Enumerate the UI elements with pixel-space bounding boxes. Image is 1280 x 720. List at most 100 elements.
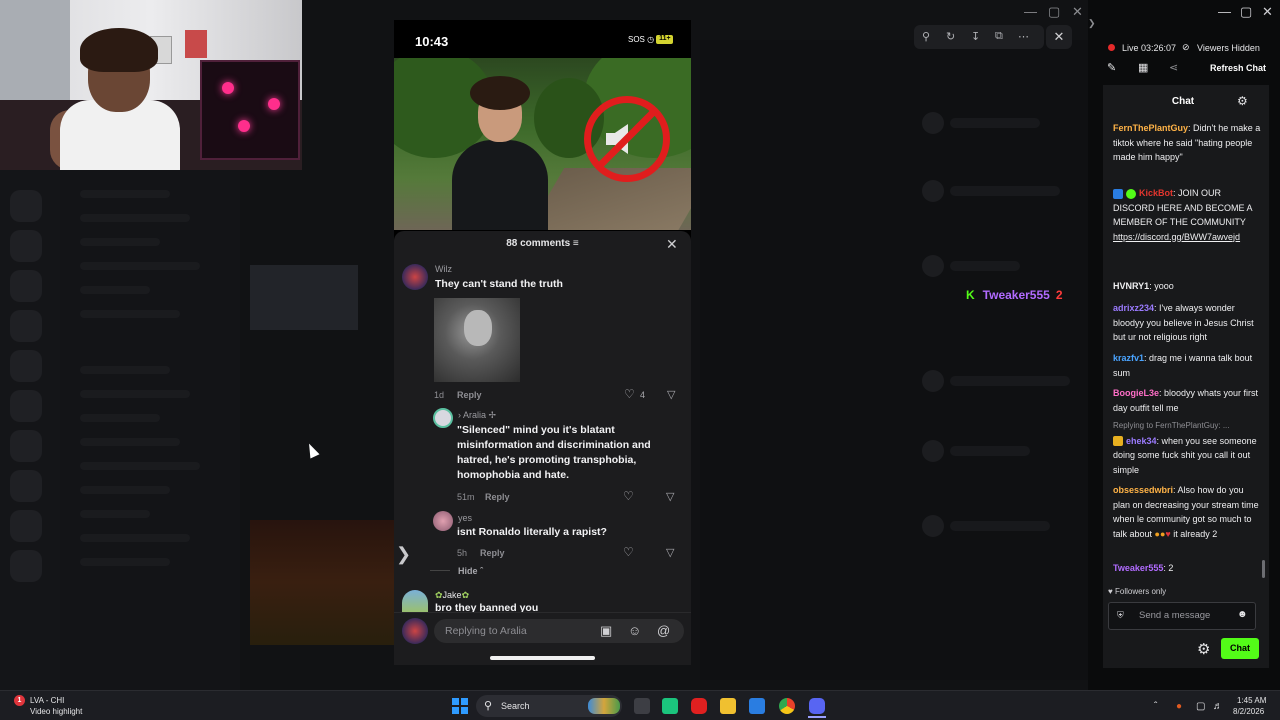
discord-icon[interactable]: [809, 698, 825, 714]
dislike-icon[interactable]: ▽: [666, 490, 674, 503]
heart-icon[interactable]: ♡: [623, 545, 634, 559]
task-view-icon[interactable]: [634, 698, 650, 714]
chat-link[interactable]: https://discord.gg/BWW7awvejd: [1113, 230, 1263, 245]
gear-icon[interactable]: ⚙: [1197, 640, 1210, 658]
close-comments-icon[interactable]: ✕: [666, 236, 678, 253]
maximize-icon[interactable]: ▢: [1048, 4, 1060, 20]
collapse-icon[interactable]: ❯: [1088, 18, 1096, 29]
home-indicator[interactable]: [490, 656, 595, 660]
viewer-alert: K Tweaker555 2: [966, 288, 1063, 302]
microphone-icon[interactable]: ●: [1176, 701, 1182, 712]
kick-icon: K: [966, 288, 975, 302]
refresh-chat-button[interactable]: Refresh Chat: [1210, 63, 1266, 73]
background-sidebar: [0, 170, 60, 690]
edit-icon[interactable]: ✎: [1107, 61, 1116, 74]
chat-message: Replying to FernThePlantGuy: ... ehek34:…: [1113, 419, 1263, 477]
clock-date[interactable]: 8/2/2026: [1233, 707, 1264, 716]
chat-message: obsessedwbri: Also how do you plan on de…: [1113, 483, 1263, 541]
display-icon[interactable]: ▢: [1196, 701, 1205, 712]
reply-button[interactable]: Reply: [457, 390, 482, 400]
close-window-icon[interactable]: ✕: [1262, 4, 1273, 20]
minimize-icon[interactable]: —: [1218, 4, 1231, 19]
sort-icon[interactable]: ≡: [573, 238, 579, 249]
comment-image[interactable]: [434, 298, 520, 382]
badge-icon: [1113, 188, 1123, 199]
avatar[interactable]: [433, 408, 453, 428]
comment-author[interactable]: Wilz: [435, 264, 452, 274]
folder-icon[interactable]: [720, 698, 736, 714]
reply-button[interactable]: Reply: [480, 548, 505, 558]
webcam-feed: [0, 0, 302, 170]
chat-username[interactable]: FernThePlantGuy: [1113, 123, 1188, 133]
comment-text: bro they banned you: [435, 602, 539, 612]
chrome-icon[interactable]: [779, 698, 795, 714]
chat-text: : 2: [1163, 563, 1174, 573]
chat-username[interactable]: obsessedwbri: [1113, 485, 1173, 495]
mail-icon[interactable]: [749, 698, 765, 714]
chat-username[interactable]: KickBot: [1139, 188, 1173, 198]
dislike-icon[interactable]: ▽: [666, 546, 674, 559]
chat-scrollbar[interactable]: [1262, 560, 1265, 578]
close-window-icon[interactable]: ✕: [1072, 4, 1083, 20]
heart-icon[interactable]: ♡: [624, 387, 635, 401]
video-thumbnail[interactable]: [394, 58, 691, 230]
chat-username[interactable]: krazfv1: [1113, 353, 1144, 363]
my-avatar: [402, 618, 428, 644]
user-settings-icon[interactable]: ⚙: [1237, 94, 1248, 108]
volume-icon[interactable]: ♬: [1213, 701, 1223, 712]
mention-icon[interactable]: @: [657, 623, 670, 638]
share-icon[interactable]: ⋖: [1169, 61, 1178, 74]
background-right-panel: [700, 40, 1088, 680]
chevron-up-icon[interactable]: ˆ: [1154, 701, 1157, 712]
comments-title: 88 comments ≡: [394, 238, 691, 249]
phone-time: 10:43: [415, 34, 449, 49]
clip-icon[interactable]: ▦: [1138, 61, 1148, 74]
widget-title[interactable]: LVA - CHI: [30, 696, 64, 705]
comment-text: "Silenced" mind you it's blatant misinfo…: [457, 424, 651, 481]
reply-context[interactable]: Replying to FernThePlantGuy: ...: [1113, 419, 1263, 434]
chat-username[interactable]: adrixz234: [1113, 303, 1154, 313]
chat-username[interactable]: ehek34: [1126, 436, 1157, 446]
youtube-icon[interactable]: [691, 698, 707, 714]
avatar[interactable]: [402, 264, 428, 290]
clock-time[interactable]: 1:45 AM: [1237, 696, 1266, 705]
maximize-icon[interactable]: ▢: [1240, 4, 1252, 20]
badge-icon: [1113, 436, 1123, 447]
sticker-icon[interactable]: ☺: [628, 623, 641, 638]
dislike-icon[interactable]: ▽: [667, 388, 675, 401]
chat-text: : yooo: [1149, 281, 1174, 291]
comment-author-name: Aralia: [463, 410, 487, 420]
avatar[interactable]: [402, 590, 428, 612]
zoom-icon[interactable]: ⚲: [922, 30, 930, 43]
heart-icon[interactable]: ♡: [623, 489, 634, 503]
send-chat-button[interactable]: Chat: [1221, 638, 1259, 659]
app-icon[interactable]: [662, 698, 678, 714]
chevron-right-icon[interactable]: ❯: [396, 544, 411, 565]
rotate-icon[interactable]: ↻: [946, 30, 955, 43]
close-phone-icon[interactable]: ✕: [1046, 25, 1072, 49]
image-icon[interactable]: ▣: [600, 623, 612, 639]
comment-author-name: Jake: [442, 590, 462, 600]
avatar[interactable]: [433, 511, 453, 531]
shield-icon: ⛨: [1117, 610, 1124, 620]
emoji-icon[interactable]: ☻: [1237, 609, 1248, 620]
chat-username[interactable]: HVNRY1: [1113, 281, 1149, 291]
windows-start-icon[interactable]: [452, 698, 468, 714]
search-highlight-image: [588, 698, 620, 714]
chat-username[interactable]: Tweaker555: [1113, 563, 1163, 573]
widget-subtitle[interactable]: Video highlight: [30, 707, 82, 716]
comment-author[interactable]: › Aralia ✢: [458, 410, 496, 421]
comment-author[interactable]: yes: [458, 513, 472, 523]
comment-author[interactable]: ✿Jake✿: [435, 590, 469, 601]
external-icon[interactable]: ⧉: [995, 30, 1003, 43]
more-icon[interactable]: ⋯: [1018, 30, 1029, 43]
comment-time: 51m: [457, 492, 475, 502]
minimize-icon[interactable]: —: [1024, 4, 1037, 19]
hide-replies-button[interactable]: Hide ˆ: [458, 566, 483, 576]
comment-time: 1d: [434, 390, 445, 400]
download-icon[interactable]: ↧: [971, 30, 980, 43]
viewers-label: Viewers Hidden: [1197, 43, 1260, 53]
reply-button[interactable]: Reply: [485, 492, 510, 502]
chat-input-placeholder: Send a message: [1139, 610, 1211, 621]
chat-username[interactable]: BoogieL3e: [1113, 388, 1159, 398]
